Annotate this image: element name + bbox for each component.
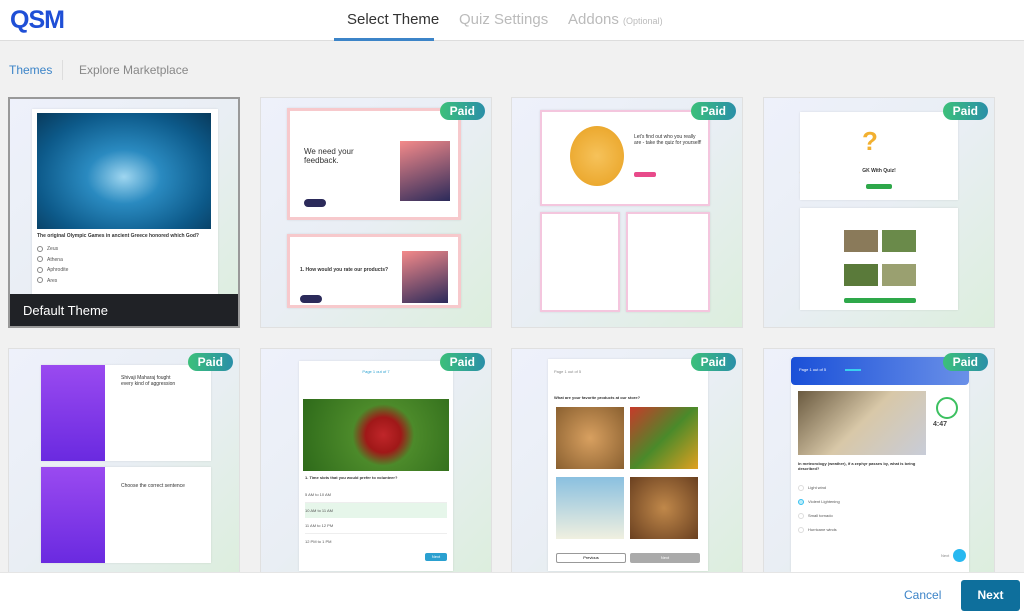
- timer: 4:47: [933, 421, 948, 428]
- tab-explore-marketplace[interactable]: Explore Marketplace: [79, 63, 188, 77]
- page-indicator: Page 1 out of 5: [554, 369, 582, 374]
- next-button[interactable]: Next: [961, 580, 1020, 611]
- question-text: Choose the correct sentence: [121, 483, 185, 489]
- paid-badge: Paid: [439, 353, 485, 371]
- step-select-theme[interactable]: Select Theme: [347, 11, 439, 28]
- option[interactable]: 5 AM to 10 AM: [305, 487, 447, 503]
- question-text: In meteorology (weather), if a zephyr pa…: [798, 461, 916, 471]
- option[interactable]: 12 PM to 1 PM: [305, 534, 447, 549]
- theme-name: Default Theme: [10, 294, 238, 326]
- cancel-button[interactable]: Cancel: [904, 588, 941, 602]
- quiz-title: Let's find out who you really are - take…: [634, 134, 702, 146]
- paid-badge: Paid: [942, 353, 988, 371]
- next-button[interactable]: Next: [425, 553, 447, 561]
- option[interactable]: Light wind: [798, 481, 840, 495]
- paid-badge: Paid: [942, 102, 988, 120]
- page-indicator: Page 1 out of 7: [362, 369, 390, 374]
- option[interactable]: Athena: [37, 255, 68, 266]
- divider: [62, 60, 63, 80]
- swimmer-image: [37, 113, 211, 229]
- book-image: [798, 391, 926, 455]
- next-arrow-icon[interactable]: [953, 549, 966, 562]
- theme-card-5[interactable]: Paid Shivaji Maharaj fought every kind o…: [8, 348, 240, 579]
- previous-button[interactable]: Previous: [556, 553, 626, 563]
- optional-note: (Optional): [623, 16, 663, 26]
- paid-badge: Paid: [187, 353, 233, 371]
- question-text: 1. Time slots that you would prefer to v…: [305, 475, 398, 480]
- illustration: [400, 141, 450, 201]
- theme-card-default[interactable]: The original Olympic Games in ancient Gr…: [8, 97, 240, 328]
- option[interactable]: 10 AM to 11 AM: [305, 503, 447, 518]
- paid-badge: Paid: [439, 102, 485, 120]
- qsm-logo: QSM: [10, 6, 65, 34]
- quiz-title: GK With Quiz!: [862, 168, 896, 174]
- step-quiz-settings[interactable]: Quiz Settings: [459, 11, 548, 28]
- option[interactable]: Zeus: [37, 244, 68, 255]
- option[interactable]: Hurricane winds: [798, 523, 840, 537]
- theme-card-6[interactable]: Paid Page 1 out of 7 1. Time slots that …: [260, 348, 492, 579]
- option[interactable]: Small tornado: [798, 509, 840, 523]
- paid-badge: Paid: [690, 102, 736, 120]
- clock-image: [303, 399, 449, 471]
- question-text: 1. How would you rate our products?: [300, 267, 389, 273]
- question-text: The original Olympic Games in ancient Gr…: [37, 233, 199, 239]
- tab-themes[interactable]: Themes: [9, 63, 52, 77]
- addons-label: Addons: [568, 11, 619, 28]
- theme-card-3[interactable]: Paid Let's find out who you really are -…: [511, 97, 743, 328]
- option[interactable]: Ares: [37, 276, 68, 287]
- footer-bar: [0, 572, 1024, 613]
- question-text: Shivaji Maharaj fought every kind of agg…: [121, 375, 176, 387]
- page-indicator: Page 1 out of 5: [799, 367, 827, 372]
- next-label: Next: [941, 553, 950, 558]
- paid-badge: Paid: [690, 353, 736, 371]
- step-addons[interactable]: Addons (Optional): [568, 11, 663, 28]
- next-button[interactable]: Next: [630, 553, 700, 563]
- option[interactable]: Violent Lightening: [798, 495, 840, 509]
- top-bar: QSM Select Theme Quiz Settings Addons (O…: [0, 0, 1024, 41]
- option[interactable]: Aphrodite: [37, 265, 68, 276]
- theme-card-2[interactable]: Paid We need your feedback. 1. How would…: [260, 97, 492, 328]
- theme-card-8[interactable]: Paid Page 1 out of 5 10% 4:47 In meteoro…: [763, 348, 995, 579]
- question-text: What are your favorite products at our s…: [554, 395, 641, 400]
- active-step-indicator: [334, 38, 434, 41]
- theme-card-4[interactable]: Paid ? ? GK With Quiz!: [763, 97, 995, 328]
- survey-title: We need your feedback.: [304, 147, 354, 165]
- person-image: [570, 126, 624, 186]
- option[interactable]: 11 AM to 12 PM: [305, 518, 447, 534]
- theme-card-7[interactable]: Paid Page 1 out of 5 What are your favor…: [511, 348, 743, 579]
